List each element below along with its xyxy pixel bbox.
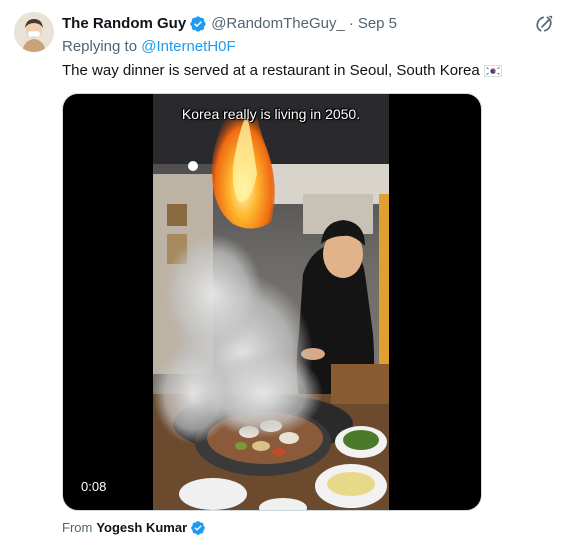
tweet-header: The Random Guy @RandomTheGuy_ · Sep 5 (62, 14, 397, 34)
source-author-link[interactable]: Yogesh Kumar (96, 519, 187, 537)
video-source-attribution: From Yogesh Kumar (62, 519, 206, 537)
display-name[interactable]: The Random Guy (62, 14, 186, 34)
avatar-image (14, 12, 54, 52)
tweet-date[interactable]: Sep 5 (358, 14, 397, 34)
replying-mention-link[interactable]: @InternetH0F (141, 38, 235, 55)
video-duration-badge: 0:08 (75, 476, 113, 498)
south-korea-flag-icon (483, 65, 502, 77)
video-player[interactable]: Korea really is living in 2050. 0:08 (62, 93, 482, 511)
avatar[interactable] (14, 12, 54, 52)
tweet-text: The way dinner is served at a restaurant… (62, 61, 502, 81)
author-handle[interactable]: @RandomTheGuy_ (211, 14, 345, 34)
replying-prefix: Replying to (62, 38, 138, 55)
separator-dot: · (348, 15, 354, 32)
video-frame (153, 94, 389, 510)
verified-badge-icon (190, 520, 206, 536)
video-overlay-caption: Korea really is living in 2050. (181, 106, 361, 122)
grok-icon[interactable] (534, 14, 554, 34)
tweet-body: The way dinner is served at a restaurant… (62, 62, 480, 79)
verified-badge-icon[interactable] (189, 15, 207, 33)
source-prefix: From (62, 520, 93, 535)
tweet[interactable]: The Random Guy @RandomTheGuy_ · Sep 5 Re… (0, 0, 567, 538)
replying-to-line: Replying to @InternetH0F (62, 37, 236, 57)
